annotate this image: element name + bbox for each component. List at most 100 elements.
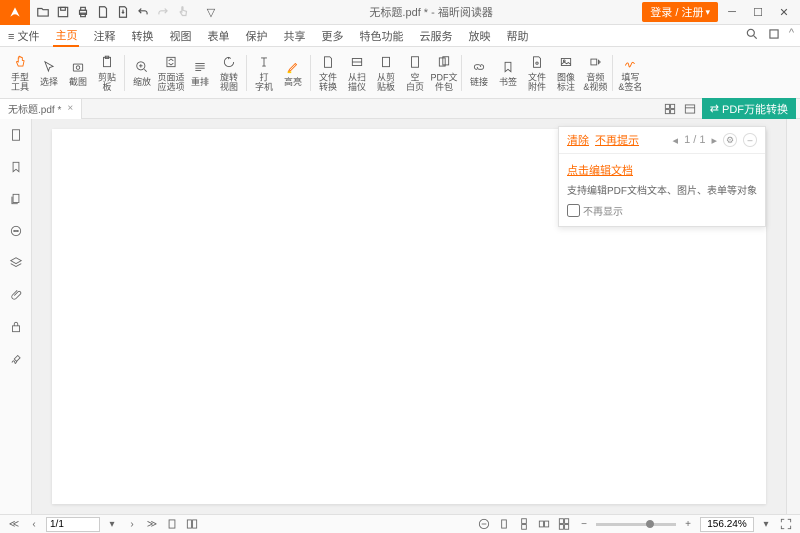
tool-audio[interactable]: 音频&视频 xyxy=(581,50,609,96)
tool-snapshot[interactable]: 截图 xyxy=(64,50,92,96)
menu-share[interactable]: 共享 xyxy=(281,26,307,46)
save-icon[interactable] xyxy=(54,3,72,21)
pdf-convert-button[interactable]: ⇄PDF万能转换 xyxy=(702,98,796,120)
tab-label: 无标题.pdf * xyxy=(8,101,61,116)
redo-icon[interactable] xyxy=(154,3,172,21)
tool-zoom[interactable]: 缩放 xyxy=(128,50,156,96)
next-page-icon[interactable]: › xyxy=(124,516,140,532)
zoom-level-input[interactable] xyxy=(700,517,754,532)
tool-clip[interactable]: 从剪贴板 xyxy=(372,50,400,96)
view-list-icon[interactable] xyxy=(682,101,698,117)
toolbar: 手型工具 选择 截图 剪贴板 缩放 页面适应选项 重排 旋转视图 打字机 高亮 … xyxy=(0,47,800,99)
touch-icon[interactable] xyxy=(174,3,192,21)
page-number-input[interactable] xyxy=(46,517,100,532)
menu-convert[interactable]: 转换 xyxy=(129,26,155,46)
print-icon[interactable] xyxy=(74,3,92,21)
convert-icon: ⇄ xyxy=(710,102,719,115)
prev-page-icon[interactable]: ‹ xyxy=(26,516,42,532)
maximize-button[interactable]: ☐ xyxy=(746,2,770,22)
collapse-ribbon-icon[interactable]: ^ xyxy=(789,27,794,44)
tool-reflow[interactable]: 重排 xyxy=(186,50,214,96)
menu-home[interactable]: 主页 xyxy=(53,25,79,47)
open-icon[interactable] xyxy=(34,3,52,21)
menu-cloud[interactable]: 云服务 xyxy=(417,26,454,46)
tool-highlight[interactable]: 高亮 xyxy=(279,50,307,96)
sidebar-attachment-icon[interactable] xyxy=(6,285,26,305)
page-layout2-icon[interactable] xyxy=(184,516,200,532)
menu-help[interactable]: 帮助 xyxy=(504,26,530,46)
sidebar-bookmark-icon[interactable] xyxy=(6,157,26,177)
menu-form[interactable]: 表单 xyxy=(205,26,231,46)
zoom-out-icon[interactable]: − xyxy=(576,516,592,532)
sidebar-comment-icon[interactable] xyxy=(6,221,26,241)
tip-noprompt-link[interactable]: 不再提示 xyxy=(595,132,639,148)
view-facing-icon[interactable] xyxy=(536,516,552,532)
tool-hand[interactable]: 手型工具 xyxy=(6,50,34,96)
menu-hamburger[interactable]: ≡ 文件 xyxy=(6,26,41,46)
sidebar-security-icon[interactable] xyxy=(6,317,26,337)
page-dropdown-icon[interactable]: ▾ xyxy=(104,516,120,532)
menu-play[interactable]: 放映 xyxy=(466,26,492,46)
search-icon[interactable] xyxy=(745,27,759,44)
fit-width-icon[interactable] xyxy=(476,516,492,532)
last-page-icon[interactable]: ≫ xyxy=(144,516,160,532)
zoom-in-icon[interactable]: + xyxy=(680,516,696,532)
statusbar: ≪ ‹ ▾ › ≫ − + ▾ xyxy=(0,514,800,533)
menubar: ≡ 文件 主页 注释 转换 视图 表单 保护 共享 更多 特色功能 云服务 放映… xyxy=(0,25,800,47)
menu-more[interactable]: 更多 xyxy=(319,26,345,46)
settings-icon[interactable] xyxy=(767,27,781,44)
tool-select[interactable]: 选择 xyxy=(35,50,63,96)
sidebar-layers-icon[interactable] xyxy=(6,253,26,273)
tool-bookmark[interactable]: 书签 xyxy=(494,50,522,96)
zoom-dropdown-icon[interactable]: ▾ xyxy=(758,516,774,532)
tool-fileconv[interactable]: 文件转换 xyxy=(314,50,342,96)
menu-annotate[interactable]: 注释 xyxy=(91,26,117,46)
quick-access-toolbar: ▽ xyxy=(34,3,220,21)
menu-view[interactable]: 视图 xyxy=(167,26,193,46)
view-grid-icon[interactable] xyxy=(662,101,678,117)
tip-title-link[interactable]: 点击编辑文档 xyxy=(567,162,757,178)
tip-description: 支持编辑PDF文档文本、图片、表单等对象 xyxy=(567,182,757,197)
minimize-button[interactable]: ─ xyxy=(720,2,744,22)
fullscreen-icon[interactable] xyxy=(778,516,794,532)
tool-link[interactable]: 链接 xyxy=(465,50,493,96)
tool-imagetag[interactable]: 图像标注 xyxy=(552,50,580,96)
first-page-icon[interactable]: ≪ xyxy=(6,516,22,532)
tip-prev-icon[interactable]: ◂ xyxy=(673,134,679,147)
tool-typewriter[interactable]: 打字机 xyxy=(250,50,278,96)
tool-attach[interactable]: 文件附件 xyxy=(523,50,551,96)
sidebar-pages-icon[interactable] xyxy=(6,189,26,209)
view-single-icon[interactable] xyxy=(496,516,512,532)
zoom-slider-thumb[interactable] xyxy=(646,520,654,528)
document-tab[interactable]: 无标题.pdf * × xyxy=(0,99,82,119)
window-title: 无标题.pdf * - 福昕阅读器 xyxy=(220,4,642,20)
tip-next-icon[interactable]: ▸ xyxy=(711,134,717,147)
qat-dropdown-icon[interactable]: ▽ xyxy=(202,3,220,21)
tab-close-icon[interactable]: × xyxy=(67,103,73,114)
export-icon[interactable] xyxy=(114,3,132,21)
page-layout1-icon[interactable] xyxy=(164,516,180,532)
zoom-slider[interactable] xyxy=(596,523,676,526)
login-button[interactable]: 登录 / 注册▾ xyxy=(642,2,718,22)
view-continuous-facing-icon[interactable] xyxy=(556,516,572,532)
tool-fitpage[interactable]: 页面适应选项 xyxy=(157,50,185,96)
menu-special[interactable]: 特色功能 xyxy=(357,26,405,46)
new-doc-icon[interactable] xyxy=(94,3,112,21)
vertical-scrollbar[interactable] xyxy=(786,119,800,514)
tool-clipboard[interactable]: 剪贴板 xyxy=(93,50,121,96)
tip-settings-icon[interactable]: ⚙ xyxy=(723,133,737,147)
tool-sign[interactable]: 填写&签名 xyxy=(616,50,644,96)
tool-blank[interactable]: 空白页 xyxy=(401,50,429,96)
tool-pdfdoc[interactable]: PDF文件包 xyxy=(430,50,458,96)
sidebar-thumbnails-icon[interactable] xyxy=(6,125,26,145)
sidebar-signature-icon[interactable] xyxy=(6,349,26,369)
tip-clear-link[interactable]: 清除 xyxy=(567,132,589,148)
tool-scan[interactable]: 从扫描仪 xyxy=(343,50,371,96)
undo-icon[interactable] xyxy=(134,3,152,21)
tip-close-icon[interactable]: – xyxy=(743,133,757,147)
menu-protect[interactable]: 保护 xyxy=(243,26,269,46)
close-button[interactable]: ✕ xyxy=(772,2,796,22)
tool-rotate[interactable]: 旋转视图 xyxy=(215,50,243,96)
tip-dontshow-checkbox[interactable]: 不再显示 xyxy=(567,203,757,218)
view-continuous-icon[interactable] xyxy=(516,516,532,532)
